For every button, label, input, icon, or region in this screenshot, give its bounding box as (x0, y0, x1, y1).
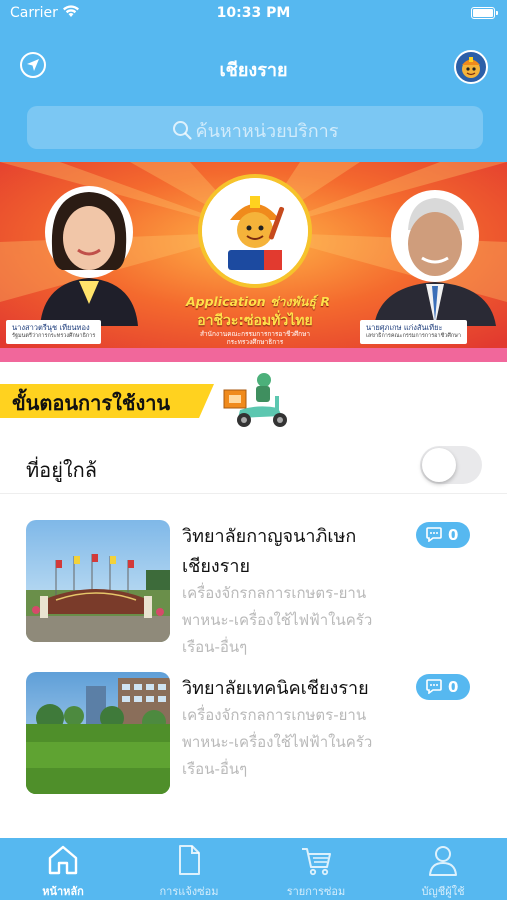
mascot-avatar-icon (462, 57, 480, 78)
comment-count: 0 (448, 678, 459, 696)
agency-line-2: กระทรวงศึกษาธิการ (226, 338, 284, 347)
chat-bubble-icon (426, 527, 442, 542)
tab-account[interactable]: บัญชีผู้ใช้ (380, 838, 506, 900)
toggle-knob (422, 448, 456, 482)
comment-count-badge[interactable]: 0 (416, 674, 470, 700)
tab-report-label: การแจ้งซ่อม (159, 885, 219, 898)
service-title: วิทยาลัยเทคนิคเชียงราย (182, 678, 369, 699)
tab-home[interactable]: หน้าหลัก (0, 838, 126, 900)
comment-count: 0 (448, 526, 459, 544)
search-icon (172, 121, 192, 140)
usage-steps-link[interactable]: ขั้นตอนการใช้งาน (12, 387, 170, 419)
left-person-position: รัฐมนตรีว่าการกระทรวงศึกษาธิการ (12, 333, 96, 340)
search-placeholder: ค้นหาหน่วยบริการ (195, 121, 339, 142)
right-person-position: เลขาธิการคณะกรรมการการอาชีวศึกษา (366, 333, 461, 340)
status-time: 10:33 PM (216, 5, 291, 21)
mascot-logo-icon (202, 178, 308, 284)
app-tagline: อาชีวะ:ซ่อมทั่วไทย (197, 313, 313, 329)
tab-bar: หน้าหลัก การแจ้งซ่อม รายการซ่อม บัญชีผู้… (0, 838, 507, 900)
nearby-row: ที่อยู่ใกล้ (0, 440, 507, 494)
tab-account-label: บัญชีผู้ใช้ (421, 885, 465, 898)
tab-repair-list-label: รายการซ่อม (286, 885, 346, 898)
service-photo (26, 672, 170, 794)
person-photo-right (370, 186, 500, 330)
battery-icon (471, 7, 498, 19)
nearby-toggle[interactable] (420, 446, 482, 484)
service-title: วิทยาลัยกาญจนาภิเษกเชียงราย (182, 526, 357, 577)
delivery-scooter-icon (223, 373, 287, 427)
cart-icon (302, 848, 331, 876)
service-list-item[interactable]: วิทยาลัยเทคนิคเชียงราย เครื่องจักรกลการเ… (0, 670, 507, 800)
avatar[interactable] (454, 50, 488, 84)
caption-right: นายศุภเกษ แก่งสันเทียะ เลขาธิการคณะกรรมก… (360, 320, 467, 344)
header: Carrier 10:33 PM เชียงราย ค้นหาหน่วยบริก… (0, 0, 507, 162)
page-title: เชียงราย (219, 60, 288, 81)
comment-count-badge[interactable]: 0 (416, 522, 470, 548)
caption-left: นางสาวตรีนุช เทียนทอง รัฐมนตรีว่าการกระท… (6, 320, 102, 344)
person-photo-left (34, 186, 144, 330)
tab-home-label: หน้าหลัก (42, 885, 84, 898)
right-person-name: นายศุภเกษ แก่งสันเทียะ (366, 323, 443, 332)
service-description: เครื่องจักรกลการเกษตร-ยานพาหนะ-เครื่องใช… (182, 584, 373, 656)
service-description: เครื่องจักรกลการเกษตร-ยานพาหนะ-เครื่องใช… (182, 706, 373, 778)
nearby-label: ที่อยู่ใกล้ (26, 458, 98, 482)
agency-text: สำนักงานคณะกรรมการการอาชีวศึกษา กระทรวงศ… (170, 330, 340, 347)
tab-report-repair[interactable]: การแจ้งซ่อม (126, 838, 252, 900)
app-logo (198, 174, 312, 288)
app-name: Application ช่างพันธุ์ R (185, 294, 331, 309)
service-photo (26, 520, 170, 642)
document-icon (179, 845, 200, 875)
chat-bubble-icon (426, 679, 442, 694)
home-icon (48, 845, 78, 875)
user-icon (429, 846, 457, 876)
tab-repair-list[interactable]: รายการซ่อม (253, 838, 379, 900)
promo-banner[interactable]: นางสาวตรีนุช เทียนทอง รัฐมนตรีว่าการกระท… (0, 162, 507, 362)
status-bar: Carrier 10:33 PM (0, 0, 507, 28)
left-person-name: นางสาวตรีนุช เทียนทอง (12, 323, 90, 332)
search-input[interactable]: ค้นหาหน่วยบริการ (27, 106, 483, 149)
service-list-item[interactable]: วิทยาลัยกาญจนาภิเษกเชียงราย เครื่องจักรก… (0, 518, 507, 656)
agency-line-1: สำนักงานคณะกรรมการการอาชีวศึกษา (199, 330, 311, 338)
